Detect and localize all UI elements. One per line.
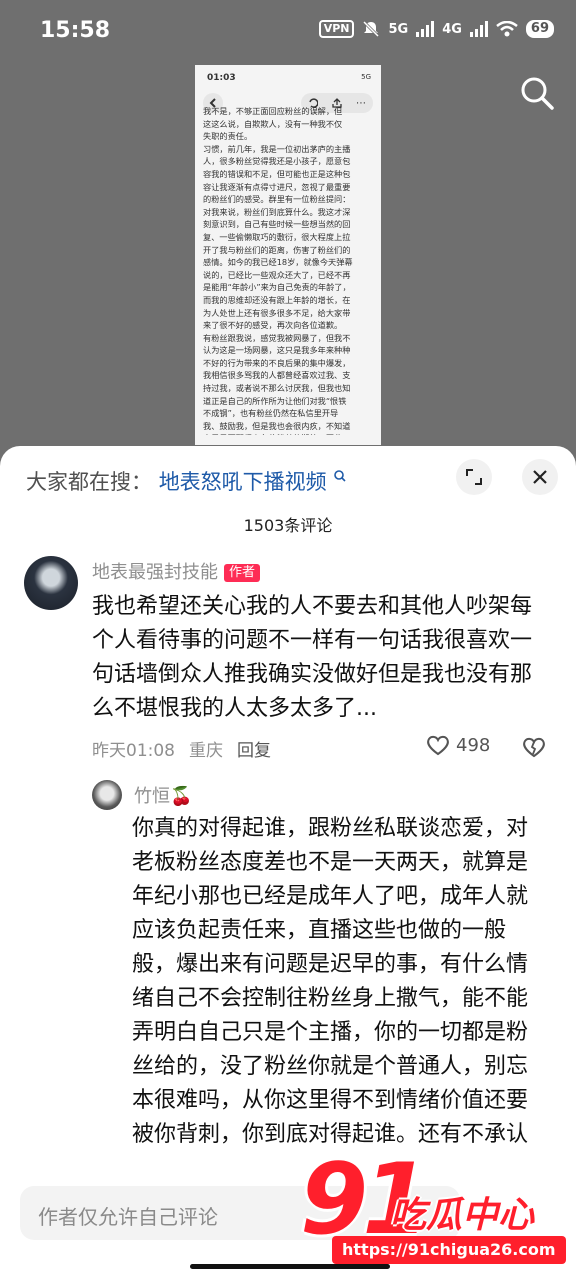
comment-author-name: 地表最强封技能 — [92, 562, 218, 583]
doc-text-line: 我、鼓励我，但是我也会很内疚，不知道 — [203, 420, 351, 431]
search-icon[interactable] — [518, 74, 556, 112]
comment-line: 我也希望还关心我的人不要去和其他人吵架每 — [92, 594, 533, 619]
doc-text-line: 我不是，不够正面回应粉丝的误解，但 — [203, 106, 343, 116]
doc-text-line: 不好的行为带来的不良后果的集中爆发， — [203, 357, 351, 368]
status-time: 15:58 — [40, 18, 111, 43]
reply-line: 本很难吗，从你这里得不到情绪价值还要 — [132, 1088, 529, 1113]
status-icons: VPN 5G 4G 69 — [318, 20, 554, 38]
doc-text-line: 有粉丝跟我说，感觉我被网暴了，但我不 — [203, 332, 351, 343]
doc-text-block: 我不是，不够正面回应粉丝的误解，但 这这么说，自欺欺人，没有一种我不仅 失职的责任。… — [203, 105, 373, 445]
expand-icon — [466, 469, 482, 485]
hot-search-bar[interactable]: 大家都在搜： 地表怒吼下播视频 — [26, 466, 347, 496]
heart-icon — [427, 735, 449, 756]
like-count: 498 — [456, 734, 491, 756]
doc-status-time: 01:03 — [207, 73, 236, 83]
doc-text-line: 不成钢”，也有粉丝仍然在私信里开导 — [203, 408, 339, 419]
comment-input-placeholder: 作者仅允许自己评论 — [38, 1205, 218, 1229]
reply-line: 应该负起责任来，直播这些也做的一般 — [132, 918, 507, 943]
dislike-broken-heart-icon[interactable] — [522, 736, 546, 758]
signal-4g-label: 4G — [442, 21, 462, 37]
comment-count: 1503条评论 — [243, 516, 333, 535]
author-badge: 作者 — [224, 564, 261, 582]
doc-text-line: 失职的责任。 — [203, 131, 253, 142]
doc-text-line: 认为这是一场网暴，这只是我多年来种种 — [203, 345, 351, 356]
comment-location: 重庆 — [189, 741, 223, 761]
doc-text-line: 道正是自己的所作所为让他们对我“恨铁 — [203, 395, 347, 406]
reply-line: 般，爆出来有问题是迟早的事，有什么情 — [132, 952, 529, 977]
reply-line: 老板粉丝态度差也不是一天两天，就算是 — [132, 850, 529, 875]
search-small-icon — [334, 470, 346, 482]
reply-avatar[interactable] — [92, 780, 122, 810]
signal-bars-icon — [416, 21, 435, 37]
comment-line: 句话墙倒众人推我确实没做好但是我也没有那 — [92, 662, 533, 687]
doc-text-line: 为人处世上还有很多很多不足，给大家带 — [203, 307, 351, 318]
doc-text-line: 刻意识到，自己有些时候一些想当然的回 — [203, 219, 351, 230]
expand-button[interactable] — [456, 459, 492, 495]
doc-status-signal: 5G — [361, 73, 371, 81]
doc-text-line: 来了很不好的感受，再次向各位道歉。 — [203, 320, 343, 331]
mute-bell-icon — [363, 20, 380, 38]
avatar[interactable] — [24, 556, 78, 610]
reply-line: 你真的对得起谁，跟粉丝私联谈恋爱，对 — [132, 816, 529, 841]
doc-text-line: 复、一些偷懒取巧的敷衍，很大程度上拉 — [203, 231, 351, 242]
doc-text-line: 对我来说，粉丝们到底算什么。我这才深 — [203, 206, 351, 217]
watermark-text: 吃瓜中心 — [390, 1195, 535, 1236]
doc-bottom-toolbar — [195, 435, 381, 445]
doc-text-line: 我相信很多骂我的人都曾经喜欢过我、支 — [203, 370, 351, 381]
reply-line: 年纪小那也已经是成年人了吧，成年人就 — [132, 884, 529, 909]
doc-text-line: 说的，已经比一些观众还大了，已经不再 — [203, 269, 351, 280]
doc-text-line: 人，很多粉丝觉得我还是小孩子，愿意包 — [203, 156, 351, 167]
wifi-icon — [496, 21, 518, 37]
home-indicator — [190, 1264, 390, 1269]
doc-text-line: 容让我逐渐有点得寸进尺，忽视了最重要 — [203, 181, 351, 192]
doc-text-line: 习惯，前几年，我是一位初出茅庐的主播 — [203, 143, 351, 154]
watermark-url: https://91chigua26.com — [332, 1236, 566, 1264]
doc-text-line: 感情。如今的我已经18岁，就像今天弹幕 — [203, 257, 353, 268]
doc-text-line: 容我的错误和不足，但可能也正是这种包 — [203, 168, 351, 179]
close-icon — [533, 470, 547, 484]
signal-bars-icon-2 — [469, 21, 488, 37]
doc-text-line: 的粉丝们的感受。群里有一位粉丝提问： — [203, 194, 351, 205]
comment-sheet: 大家都在搜： 地表怒吼下播视频 1503条评论 地表最强封技能 作者 我也希望还关… — [0, 446, 576, 1280]
comment-meta: 昨天01:08 重庆 回复 — [92, 736, 285, 761]
signal-5g-label: 5G — [388, 21, 409, 37]
doc-text-line: 开了我与粉丝们的距离，伤害了粉丝们的 — [203, 244, 351, 255]
comment-author[interactable]: 地表最强封技能 作者 — [92, 558, 261, 584]
hot-search-prefix: 大家都在搜： — [26, 470, 152, 494]
doc-text-line: 而我的思维却还没有跟上年龄的增长，在 — [203, 294, 351, 305]
post-image[interactable]: 01:03 5G ⋯ 我不是，不够正面回应粉丝的误解，但 这这么说，自欺欺人，没有… — [195, 65, 381, 445]
doc-text-line: 这这么说，自欺欺人，没有一种我不仅 — [203, 118, 343, 129]
hot-search-link[interactable]: 地表怒吼下播视频 — [159, 470, 327, 494]
comment-line: 么不堪恨我的人太多太多了... — [92, 696, 377, 721]
comment-line: 个人看待事的问题不一样有一句话我很喜欢一 — [92, 628, 533, 653]
vpn-icon: VPN — [318, 20, 355, 38]
like-button[interactable]: 498 — [426, 734, 490, 756]
doc-text-line: 是能用“年龄小”来为自己免责的年龄了， — [203, 282, 351, 293]
doc-text-line: 持过我，或者说不那么讨厌我，但我也知 — [203, 383, 351, 394]
reply-line: 弄明白自己只是个主播，你的一切都是粉 — [132, 1020, 529, 1045]
comment-text[interactable]: 我也希望还关心我的人不要去和其他人吵架每 个人看待事的问题不一样有一句话我很喜欢… — [92, 590, 562, 726]
reply-button[interactable]: 回复 — [237, 741, 271, 761]
reply-author-name[interactable]: 竹恒🍒 — [134, 782, 192, 808]
reply-line: 丝给的，没了粉丝你就是个普通人，别忘 — [132, 1054, 529, 1079]
reply-line: 绪自己不会控制往粉丝身上撒气，能不能 — [132, 986, 529, 1011]
comment-time: 昨天01:08 — [92, 741, 175, 761]
close-button[interactable] — [522, 459, 558, 495]
battery-indicator: 69 — [525, 20, 554, 38]
reply-text[interactable]: 你真的对得起谁，跟粉丝私联谈恋爱，对 老板粉丝态度差也不是一天两天，就算是 年纪… — [132, 812, 552, 1152]
